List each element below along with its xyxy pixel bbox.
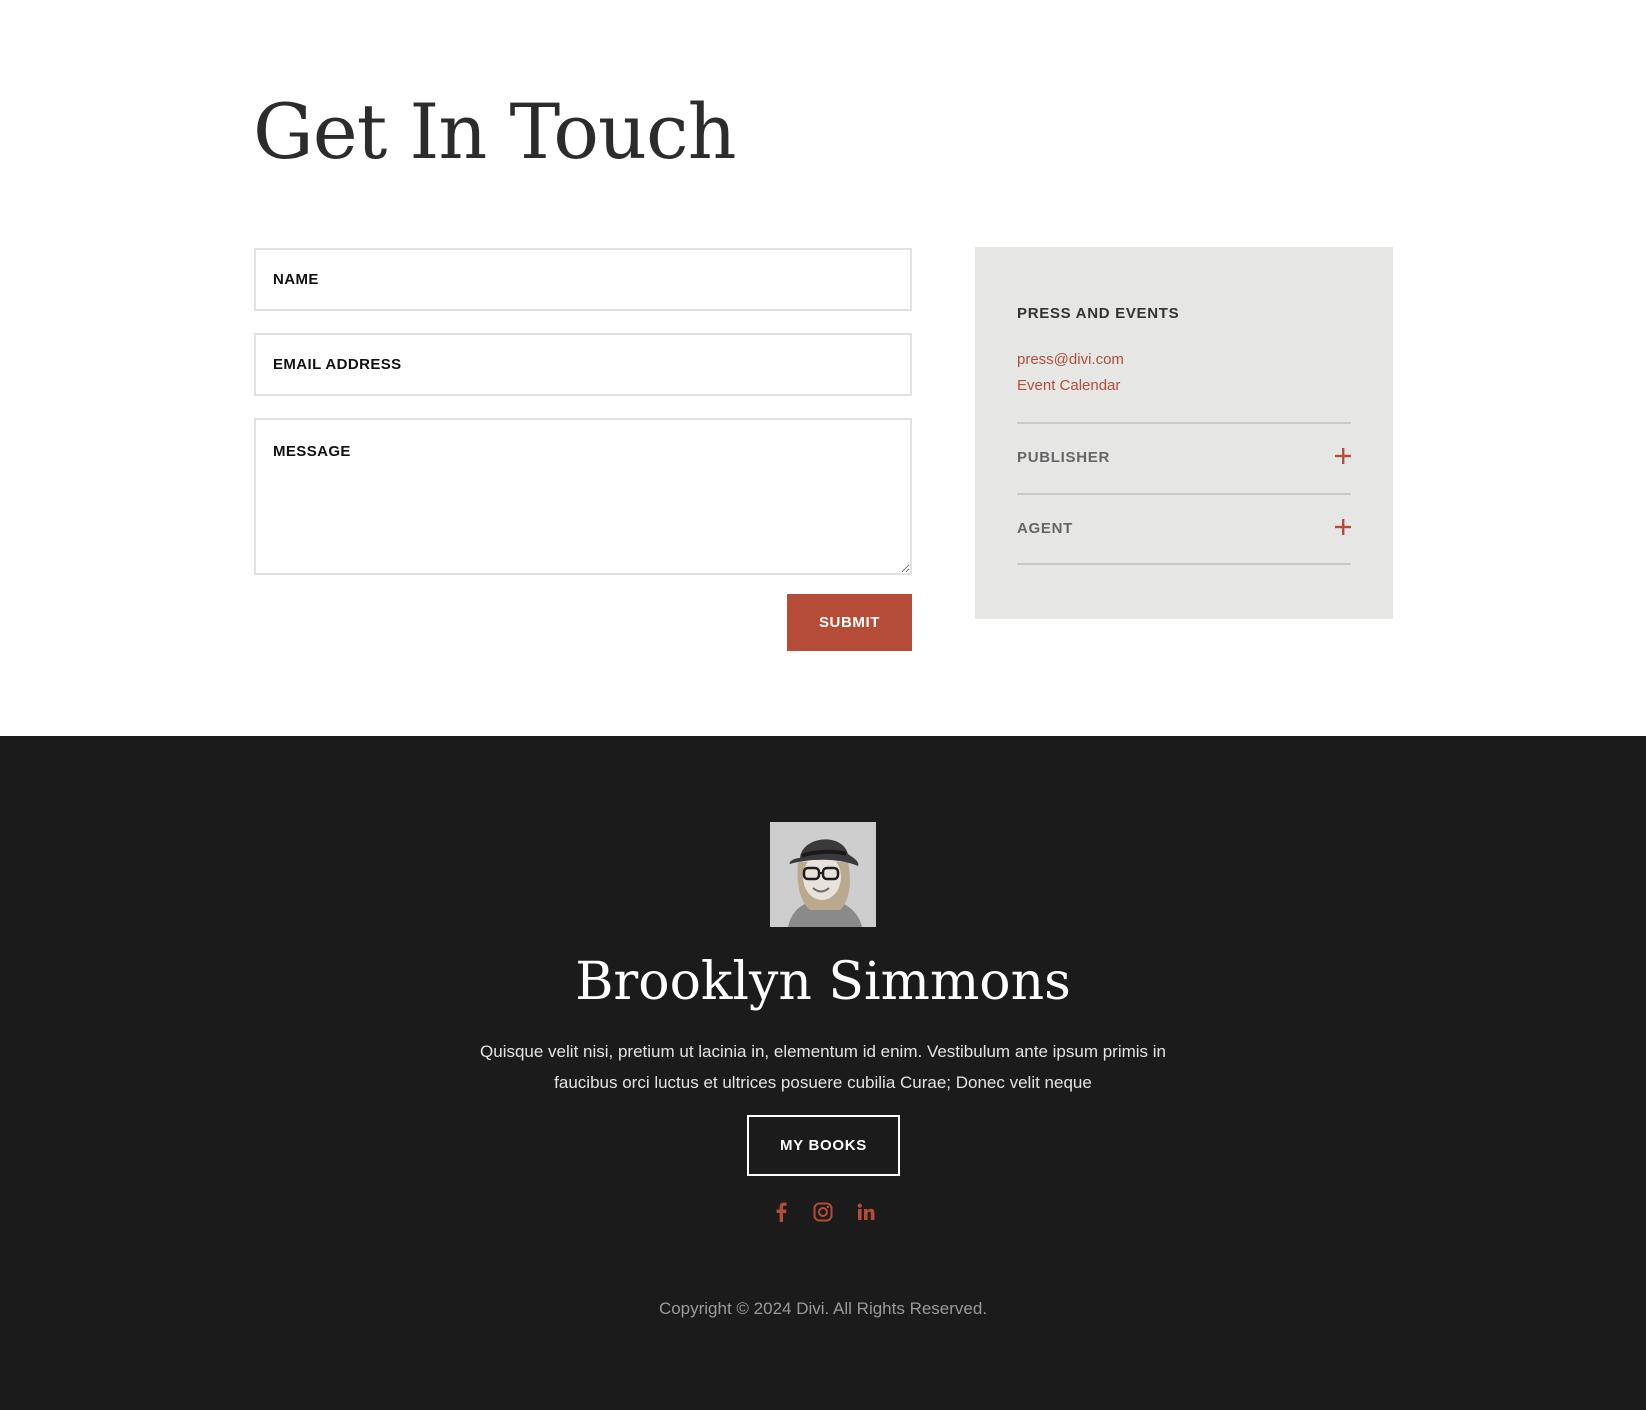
copyright-text: Copyright © 2024 Divi. All Rights Reserv…: [658, 1299, 988, 1318]
message-field[interactable]: [254, 418, 912, 575]
plus-icon: [1335, 519, 1351, 535]
panel-heading: PRESS AND EVENTS: [1017, 305, 1180, 322]
event-calendar-link[interactable]: Event Calendar: [1017, 377, 1120, 394]
toggle-label: AGENT: [1017, 520, 1073, 537]
instagram-link[interactable]: [811, 1200, 835, 1224]
plus-icon: [1335, 448, 1351, 464]
footer: Brooklyn Simmons Quisque velit nisi, pre…: [0, 736, 1646, 1410]
author-bio: Quisque velit nisi, pretium ut lacinia i…: [480, 1042, 1166, 1092]
page-title: Get In Touch: [253, 87, 737, 176]
name-field[interactable]: [254, 248, 912, 311]
press-info-panel: PRESS AND EVENTS press@divi.com Event Ca…: [975, 247, 1393, 619]
my-books-button[interactable]: MY BOOKS: [747, 1115, 900, 1176]
avatar: [770, 822, 876, 927]
facebook-link[interactable]: [769, 1200, 793, 1224]
instagram-icon: [813, 1202, 833, 1222]
toggle-label: PUBLISHER: [1017, 449, 1110, 466]
author-portrait: [770, 822, 876, 927]
toggle-publisher[interactable]: PUBLISHER: [1017, 422, 1351, 493]
toggle-agent[interactable]: AGENT: [1017, 493, 1351, 565]
press-email-link[interactable]: press@divi.com: [1017, 351, 1124, 368]
submit-button[interactable]: SUBMIT: [787, 594, 912, 651]
facebook-icon: [776, 1202, 787, 1222]
contact-section: Get In Touch SUBMIT PRESS AND EVENTS pre…: [0, 0, 1646, 736]
linkedin-link[interactable]: [854, 1200, 878, 1224]
email-field[interactable]: [254, 333, 912, 396]
author-name: Brooklyn Simmons: [575, 952, 1071, 1012]
linkedin-icon: [857, 1203, 875, 1220]
